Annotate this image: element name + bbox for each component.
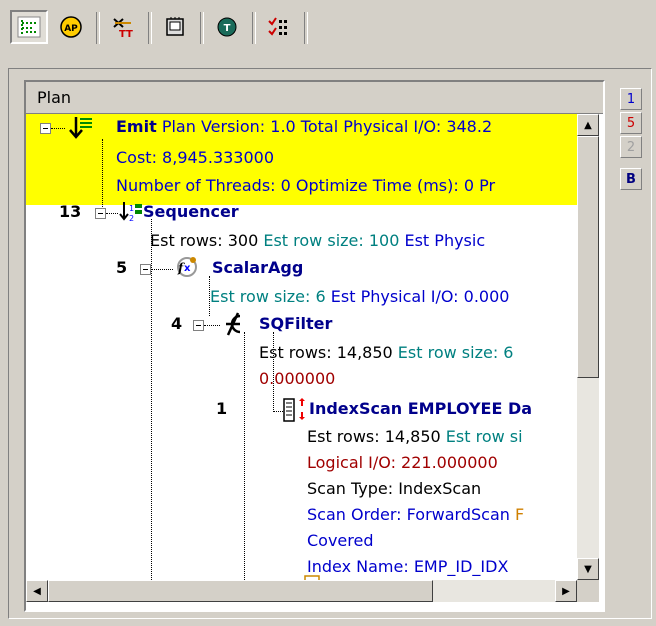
level-2-button[interactable]: 2 <box>620 136 642 158</box>
svg-text:T: T <box>119 29 126 39</box>
checklist-icon <box>268 17 287 36</box>
horizontal-scroll-thumb[interactable] <box>48 580 433 602</box>
scalaragg-collapse-toggle[interactable] <box>140 264 151 275</box>
timing-icon: T <box>217 17 237 37</box>
indexscan-name[interactable]: IndexScan EMPLOYEE Da <box>309 399 532 419</box>
toolbar: AP T T T <box>6 8 392 48</box>
scroll-down-button[interactable]: ▼ <box>577 558 599 580</box>
indexscan-scan-order: Scan Order: ForwardScan <box>307 505 510 524</box>
indexscan-scan-order-extra: F <box>514 505 525 524</box>
indexscan-est: Est rows: 14,850 Est row si <box>307 427 523 447</box>
emit-line1[interactable]: Emit Plan Version: 1.0 Total Physical I/… <box>116 117 492 137</box>
sqfilter-physical-io-value: 0.000000 <box>259 369 336 388</box>
svg-text:T: T <box>224 23 231 34</box>
vertical-scroll-thumb[interactable] <box>577 136 599 378</box>
timing-button[interactable]: T <box>208 10 246 44</box>
scroll-up-button[interactable]: ▲ <box>577 114 599 136</box>
plan-column-header[interactable]: Plan <box>26 82 603 114</box>
ap-icon: AP <box>60 16 82 38</box>
level-5-label: 5 <box>626 115 636 131</box>
sqfilter-node-id: 4 <box>171 314 183 333</box>
indexscan-scan-order-line: Scan Order: ForwardScan F <box>307 505 524 525</box>
vertical-scrollbar[interactable]: ▲ ▼ <box>577 114 599 580</box>
indexscan-est-rows: Est rows: 14,850 <box>307 427 441 446</box>
plan-tree-icon <box>17 16 41 38</box>
scroll-right-button[interactable]: ▶ <box>555 580 577 602</box>
sqfilter-name[interactable]: SQFilter <box>259 314 332 334</box>
text-plan-icon: T T <box>113 18 133 39</box>
indexscan-row-size: Est row si <box>445 427 523 446</box>
scalaragg-node-id: 5 <box>116 258 128 277</box>
svg-text:2: 2 <box>129 214 134 223</box>
emit-node-icon <box>69 117 92 139</box>
sequencer-details: Est rows: 300 Est row size: 100 Est Phys… <box>150 231 485 251</box>
scalaragg-details: Est row size: 6 Est Physical I/O: 0.000 <box>210 287 509 307</box>
details-button[interactable]: B <box>620 168 642 190</box>
plan-tree-content: Emit Plan Version: 1.0 Total Physical I/… <box>26 114 577 580</box>
svg-text:x: x <box>184 263 191 274</box>
emit-plan-info: Plan Version: 1.0 Total Physical I/O: 34… <box>161 117 493 136</box>
sqfilter-row-size: Est row size: 6 <box>397 343 514 362</box>
level-5-button[interactable]: 5 <box>620 112 642 134</box>
sequencer-node-id: 13 <box>59 202 82 221</box>
horizontal-scrollbar[interactable]: ◀ ▶ <box>26 580 577 602</box>
indexscan-logical-io: Logical I/O: 221.000000 <box>307 453 498 472</box>
scrollbar-corner <box>577 580 599 602</box>
scalaragg-name[interactable]: ScalarAgg <box>212 258 303 278</box>
text-plan-button[interactable]: T T <box>104 10 142 44</box>
sequencer-est-rows: Est rows: 300 <box>150 231 259 250</box>
sqfilter-details: Est rows: 14,850 Est row size: 6 <box>259 343 513 363</box>
sequencer-row-size: Est row size: 100 <box>263 231 400 250</box>
memory-button[interactable] <box>156 10 194 44</box>
emit-threads: Number of Threads: 0 Optimize Time (ms):… <box>116 176 496 195</box>
memory-icon <box>166 17 184 36</box>
sequencer-collapse-toggle[interactable] <box>95 208 106 219</box>
emit-collapse-toggle[interactable] <box>40 123 51 134</box>
details-label: B <box>626 171 636 187</box>
scalaragg-row-size: Est row size: 6 <box>210 287 326 306</box>
sqfilter-collapse-toggle[interactable] <box>193 320 204 331</box>
svg-text:T: T <box>126 29 133 39</box>
plan-header-label: Plan <box>37 88 72 107</box>
sequencer-physical-io: Est Physic <box>404 231 486 250</box>
sequencer-name[interactable]: Sequencer <box>143 202 239 222</box>
level-1-button[interactable]: 1 <box>620 88 642 110</box>
indexscan-covered: Covered <box>307 531 374 550</box>
indexscan-node-icon <box>283 398 305 422</box>
svg-text:1: 1 <box>129 204 134 213</box>
scroll-left-button[interactable]: ◀ <box>26 580 48 602</box>
indexscan-scan-type: Scan Type: IndexScan <box>307 479 482 498</box>
ap-button[interactable]: AP <box>52 10 90 44</box>
indexscan-index-name: Index Name: EMP_ID_IDX <box>307 557 509 576</box>
plan-tree-button[interactable] <box>10 10 48 44</box>
indexscan-node-id: 1 <box>216 399 228 418</box>
level-1-label: 1 <box>626 91 636 107</box>
scalaragg-node-icon: f x <box>177 257 197 277</box>
sequencer-node-icon: 1 2 <box>119 202 142 223</box>
emit-name: Emit <box>116 117 157 136</box>
svg-text:AP: AP <box>64 24 78 34</box>
sqfilter-est-rows: Est rows: 14,850 <box>259 343 393 362</box>
sqfilter-node-icon <box>226 312 241 336</box>
level-2-label: 2 <box>626 139 636 155</box>
checklist-button[interactable] <box>260 10 298 44</box>
scalaragg-physical-io: Est Physical I/O: 0.000 <box>330 287 510 306</box>
emit-cost: Cost: 8,945.333000 <box>116 148 275 167</box>
